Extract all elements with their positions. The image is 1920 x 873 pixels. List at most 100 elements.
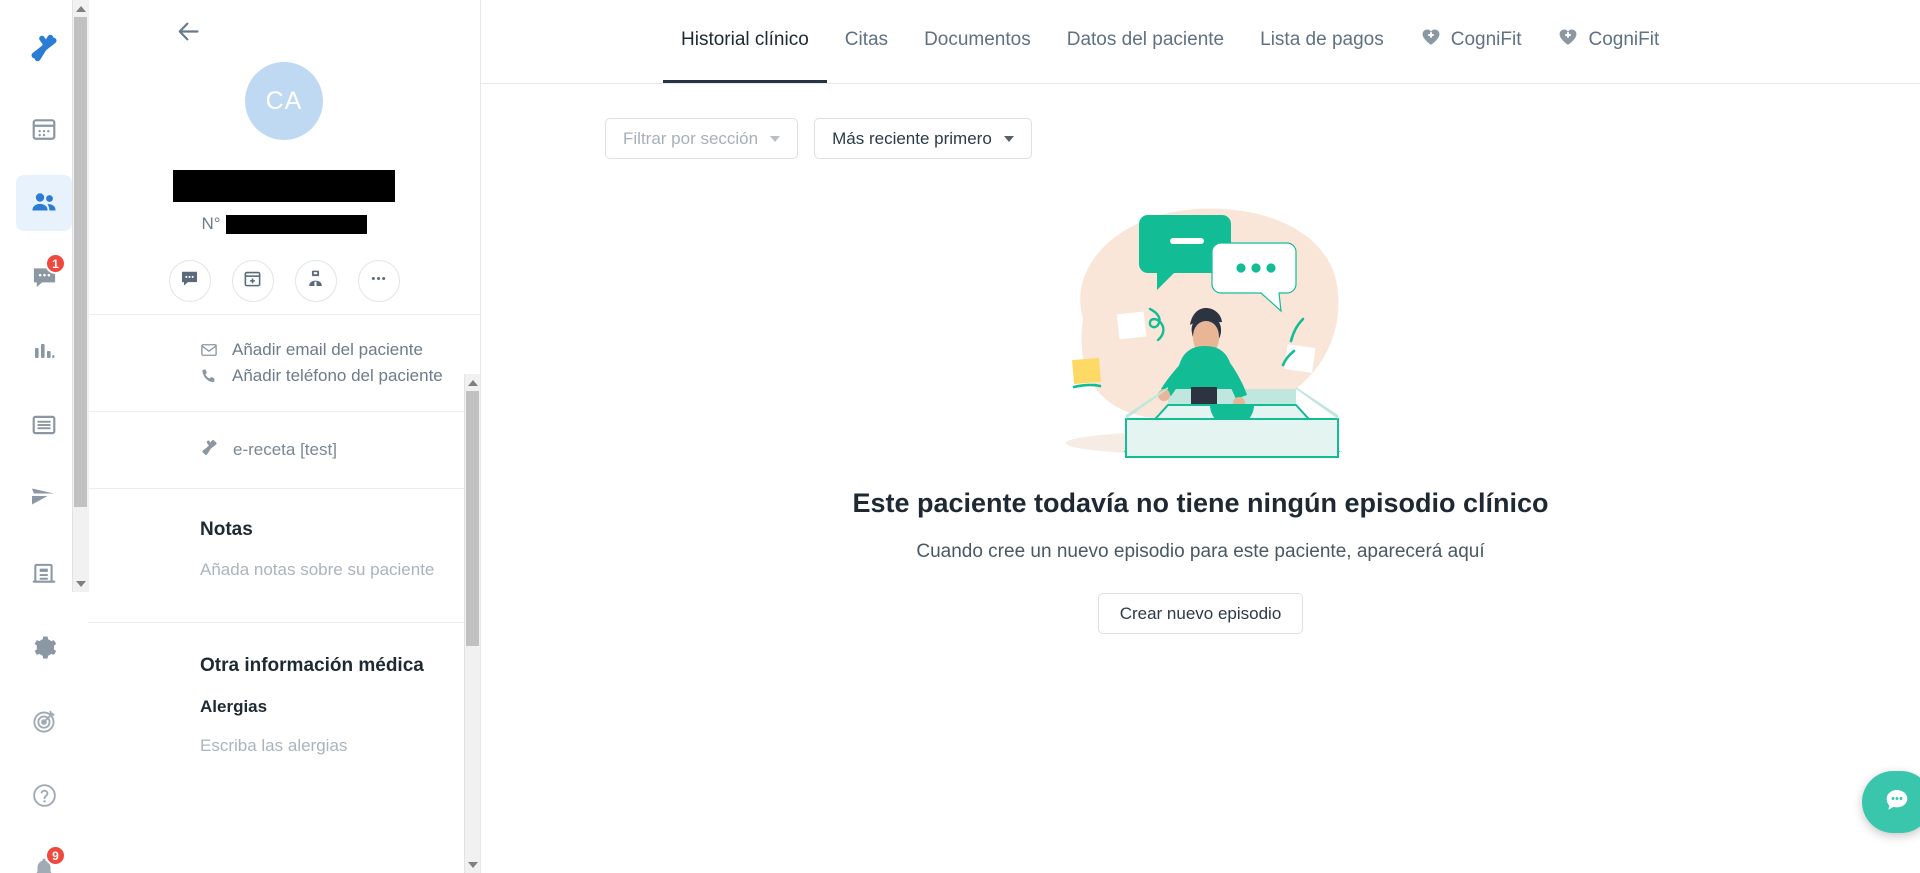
target-icon xyxy=(31,708,58,735)
chevron-down-icon xyxy=(770,135,781,142)
tab-label: Datos del paciente xyxy=(1066,28,1225,50)
sidebar-item-settings[interactable] xyxy=(16,619,72,675)
avatar-initials: CA xyxy=(265,86,303,115)
add-patient-phone-row[interactable]: Añadir teléfono del paciente xyxy=(88,363,480,389)
rail-scroll-down-arrow[interactable] xyxy=(72,575,89,592)
sidebar-item-invoices[interactable] xyxy=(16,397,72,453)
other-medical-info-title: Otra información médica xyxy=(200,655,424,676)
question-circle-icon xyxy=(31,782,58,809)
tab-datos-del-paciente[interactable]: Datos del paciente xyxy=(1049,0,1242,83)
building-icon xyxy=(31,560,57,586)
patient-panel-scrollbar[interactable] xyxy=(464,374,480,873)
add-patient-phone-label: Añadir teléfono del paciente xyxy=(232,366,443,385)
patient-avatar: CA xyxy=(245,62,323,140)
rail-top-group: 1 xyxy=(16,0,72,684)
empty-state: Este paciente todavía no tiene ningún ep… xyxy=(481,159,1920,873)
empty-state-title: Este paciente todavía no tiene ningún ep… xyxy=(852,488,1549,518)
chat-bubble-icon xyxy=(180,269,199,293)
allergies-input-placeholder[interactable]: Escriba las alergias xyxy=(200,736,450,756)
panel-scroll-down-arrow[interactable] xyxy=(464,856,480,873)
tab-citas[interactable]: Citas xyxy=(827,0,906,83)
ellipsis-icon xyxy=(369,269,388,293)
create-new-episode-button[interactable]: Crear nuevo episodio xyxy=(1097,593,1304,634)
patient-record-app: 1 9 CA N° Añadir email del paciente Añad… xyxy=(0,0,1920,873)
notes-section: Notas Añada notas sobre su paciente xyxy=(88,489,480,623)
main-content: Historial clínico Citas Documentos Datos… xyxy=(481,0,1920,873)
tab-lista-de-pagos[interactable]: Lista de pagos xyxy=(1242,0,1402,83)
assign-doctor-button[interactable] xyxy=(294,260,337,302)
panel-scroll-up-arrow[interactable] xyxy=(464,374,480,391)
patient-panel-header: CA N° xyxy=(88,0,480,315)
sidebar-item-campaigns[interactable] xyxy=(16,471,72,527)
add-appointment-button[interactable] xyxy=(231,260,274,302)
tab-historial-clinico[interactable]: Historial clínico xyxy=(663,0,827,83)
section-filter-label: Filtrar por sección xyxy=(623,128,759,148)
patient-name-redacted xyxy=(173,170,395,202)
patient-detail-panel: CA N° Añadir email del paciente Añadir t… xyxy=(88,0,481,873)
chat-bubble-icon xyxy=(1884,787,1910,818)
patient-quick-actions xyxy=(88,260,480,302)
rail-scroll-thumb[interactable] xyxy=(73,17,87,507)
add-patient-email-row[interactable]: Añadir email del paciente xyxy=(88,337,480,363)
record-tabs: Historial clínico Citas Documentos Datos… xyxy=(481,0,1920,84)
receipt-icon xyxy=(31,412,57,438)
patient-contact-section: Añadir email del paciente Añadir teléfon… xyxy=(88,315,480,412)
sort-filter-dropdown[interactable]: Más reciente primero xyxy=(814,118,1032,159)
sort-filter-label: Más reciente primero xyxy=(832,128,992,148)
support-chat-fab[interactable] xyxy=(1862,771,1920,833)
rail-scrollbar[interactable] xyxy=(72,0,89,592)
messages-badge: 1 xyxy=(45,253,66,274)
sidebar-item-help[interactable] xyxy=(16,767,72,823)
chevron-down-icon xyxy=(1003,135,1014,142)
notes-title: Notas xyxy=(200,519,253,540)
tab-label: Lista de pagos xyxy=(1260,28,1384,50)
eprescription-row[interactable]: e-receta [test] xyxy=(88,434,480,466)
eprescription-section: e-receta [test] xyxy=(88,412,480,489)
sidebar-item-patients[interactable] xyxy=(16,175,72,231)
doctoralia-cross-icon xyxy=(27,31,61,65)
filter-bar: Filtrar por sección Más reciente primero xyxy=(481,84,1920,159)
rail-bottom-group: 9 xyxy=(16,684,72,873)
add-patient-email-label: Añadir email del paciente xyxy=(232,340,423,359)
panel-scroll-track[interactable] xyxy=(464,391,480,856)
paper-plane-icon xyxy=(30,485,58,513)
tab-label: Historial clínico xyxy=(681,28,809,50)
section-filter-dropdown[interactable]: Filtrar por sección xyxy=(605,118,799,159)
tab-documentos[interactable]: Documentos xyxy=(906,0,1049,83)
send-message-button[interactable] xyxy=(168,260,211,302)
back-button[interactable] xyxy=(166,12,210,56)
sidebar-item-goals[interactable] xyxy=(16,693,72,749)
notifications-badge: 9 xyxy=(45,845,66,866)
empty-state-subtitle: Cuando cree un nuevo episodio para este … xyxy=(916,541,1485,562)
doctor-icon xyxy=(306,269,325,293)
envelope-icon xyxy=(200,341,218,359)
panel-scroll-thumb[interactable] xyxy=(465,391,479,646)
sidebar-item-brand-logo[interactable] xyxy=(16,20,72,76)
patient-id-line: N° xyxy=(88,214,480,234)
heart-plus-icon xyxy=(1420,26,1442,54)
phone-icon xyxy=(200,367,218,385)
notes-input-placeholder[interactable]: Añada notas sobre su paciente xyxy=(200,560,450,580)
gear-icon xyxy=(31,634,58,661)
tab-label: Citas xyxy=(844,28,889,50)
tab-label: Documentos xyxy=(924,28,1031,50)
allergies-label: Alergias xyxy=(200,697,268,716)
sidebar-item-statistics[interactable] xyxy=(16,323,72,379)
sidebar-item-directory[interactable] xyxy=(16,545,72,601)
primary-nav-rail: 1 9 xyxy=(0,0,89,873)
back-arrow-icon xyxy=(175,18,202,50)
patient-id-prefix: N° xyxy=(201,214,221,233)
tab-cognifit-1[interactable]: CogniFit xyxy=(1402,0,1540,83)
patient-panel-scroll-area: Añadir email del paciente Añadir teléfon… xyxy=(88,315,480,873)
sidebar-item-messages[interactable]: 1 xyxy=(16,249,72,305)
more-options-button[interactable] xyxy=(357,260,400,302)
rail-scroll-track[interactable] xyxy=(72,17,89,575)
sidebar-item-calendar[interactable] xyxy=(16,101,72,157)
doctoralia-cross-icon xyxy=(200,438,219,462)
tab-cognifit-2[interactable]: CogniFit xyxy=(1539,0,1677,83)
rail-scroll-up-arrow[interactable] xyxy=(72,0,89,17)
heart-plus-icon xyxy=(1557,26,1579,54)
calendar-plus-icon xyxy=(243,269,262,293)
sidebar-item-notifications[interactable]: 9 xyxy=(16,841,72,873)
empty-box-person-illustration xyxy=(1011,191,1391,468)
